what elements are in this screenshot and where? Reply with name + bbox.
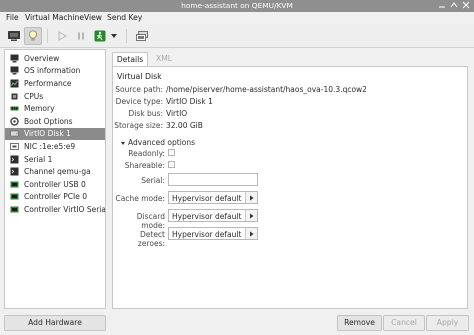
- add-hardware-button[interactable]: Add Hardware: [4, 315, 106, 331]
- source-path-label: Source path:: [115, 85, 163, 94]
- hardware-item-label: Overview: [24, 53, 60, 63]
- hardware-item-controller-virtio-serial-0[interactable]: Controller VirtIO Serial 0: [5, 203, 105, 216]
- controller-icon: [10, 206, 19, 213]
- serial-input[interactable]: [168, 173, 258, 186]
- hardware-item-os-information[interactable]: OS information: [5, 65, 105, 78]
- hardware-item-label: Controller PCIe 0: [24, 192, 88, 202]
- hardware-item-serial-1[interactable]: Serial 1: [5, 153, 105, 166]
- hardware-item-label: Memory: [24, 104, 55, 114]
- controller-icon: [10, 181, 19, 188]
- storage-size-label: Storage size:: [114, 121, 163, 130]
- cpu-icon: [11, 93, 18, 100]
- shareable-checkbox[interactable]: [168, 161, 175, 168]
- menu-virtual-machine[interactable]: Virtual Machine: [25, 13, 84, 22]
- hardware-item-cpus[interactable]: CPUs: [5, 90, 105, 103]
- hardware-item-label: Performance: [24, 78, 72, 88]
- serial-icon: [10, 155, 19, 164]
- device-type-value: VirtIO Disk 1: [166, 97, 213, 106]
- detect-zeroes-value: Hypervisor default: [172, 230, 242, 239]
- title-bar: home-assistant on QEMU/KVM: [0, 0, 474, 12]
- memory-icon: [10, 106, 19, 111]
- controller-icon: [10, 193, 19, 200]
- cache-mode-select[interactable]: Hypervisor default: [168, 191, 258, 204]
- overview-icon: [10, 54, 19, 63]
- minimize-icon[interactable]: [437, 1, 447, 11]
- chevron-right-icon: [245, 228, 257, 239]
- cache-mode-label: Cache mode:: [115, 194, 165, 203]
- detect-zeroes-select[interactable]: Hypervisor default: [168, 227, 258, 240]
- advanced-options-label: Advanced options: [128, 138, 196, 147]
- expander-arrow-icon: [121, 141, 125, 145]
- hardware-item-nic[interactable]: NIC :1e:e5:e9: [5, 140, 105, 153]
- chevron-right-icon: [245, 192, 257, 203]
- hardware-item-label: CPUs: [24, 91, 44, 101]
- hardware-list: Overview OS information Performance CPUs…: [4, 49, 106, 309]
- hardware-item-label: OS information: [24, 66, 81, 76]
- hardware-item-label: Boot Options: [24, 116, 73, 126]
- hardware-item-label: Controller USB 0: [24, 179, 86, 189]
- close-icon[interactable]: [461, 1, 471, 11]
- pause-icon[interactable]: [72, 27, 90, 45]
- storage-size-value: 32.00 GiB: [166, 121, 203, 130]
- disk-icon: [10, 131, 19, 137]
- play-icon[interactable]: [53, 27, 71, 45]
- performance-icon: [10, 79, 19, 88]
- hardware-item-memory[interactable]: Memory: [5, 102, 105, 115]
- hardware-item-controller-pcie-0[interactable]: Controller PCIe 0: [5, 191, 105, 204]
- apply-button[interactable]: Apply: [426, 315, 469, 331]
- boot-options-icon: [10, 117, 19, 126]
- hardware-item-label: VirtIO Disk 1: [24, 129, 71, 139]
- hardware-item-controller-usb-0[interactable]: Controller USB 0: [5, 178, 105, 191]
- cache-mode-value: Hypervisor default: [172, 194, 242, 203]
- shareable-label: Shareable:: [124, 161, 165, 170]
- monitor-icon[interactable]: [5, 27, 23, 45]
- snapshot-icon[interactable]: [133, 27, 151, 45]
- channel-icon: [10, 167, 19, 176]
- readonly-checkbox[interactable]: [168, 149, 175, 156]
- disk-bus-label: Disk bus:: [128, 109, 163, 118]
- hardware-item-channel-qemu-ga[interactable]: Channel qemu-ga: [5, 165, 105, 178]
- dropdown-arrow-icon[interactable]: [108, 27, 120, 45]
- device-type-label: Device type:: [115, 97, 163, 106]
- lightbulb-icon[interactable]: [24, 27, 42, 45]
- advanced-options-expander[interactable]: Advanced options: [121, 138, 195, 147]
- tab-xml[interactable]: XML: [148, 52, 180, 66]
- hardware-item-virtio-disk-1[interactable]: VirtIO Disk 1: [5, 127, 105, 141]
- source-path-value: /home/piserver/home-assistant/haos_ova-1…: [166, 85, 367, 94]
- discard-mode-value: Hypervisor default: [172, 212, 242, 221]
- hardware-item-performance[interactable]: Performance: [5, 77, 105, 90]
- hardware-item-overview[interactable]: Overview: [5, 52, 105, 65]
- menu-view[interactable]: View: [84, 13, 102, 22]
- maximize-icon[interactable]: [449, 1, 459, 11]
- discard-mode-select[interactable]: Hypervisor default: [168, 209, 258, 222]
- nic-icon: [10, 143, 19, 150]
- remove-button[interactable]: Remove: [337, 315, 382, 331]
- discard-mode-label: Discard mode:: [136, 212, 165, 230]
- disk-bus-value: VirtIO: [166, 109, 188, 118]
- readonly-label: Readonly:: [128, 149, 165, 158]
- window-title: home-assistant on QEMU/KVM: [181, 1, 293, 10]
- chevron-right-icon: [245, 210, 257, 221]
- os-info-icon: [10, 66, 19, 75]
- hardware-item-label: Channel qemu-ga: [24, 167, 91, 177]
- hardware-item-label: NIC :1e:e5:e9: [24, 141, 76, 151]
- power-icon[interactable]: [91, 27, 109, 45]
- hardware-item-label: Serial 1: [24, 154, 53, 164]
- hardware-item-boot-options[interactable]: Boot Options: [5, 115, 105, 128]
- toolbar: [0, 24, 474, 48]
- details-pane: Virtual Disk Source path: /home/piserver…: [112, 66, 468, 309]
- menu-send-key[interactable]: Send Key: [107, 13, 142, 22]
- detect-zeroes-label: Detect zeroes:: [137, 230, 165, 248]
- cancel-button[interactable]: Cancel: [383, 315, 425, 331]
- section-title: Virtual Disk: [117, 72, 162, 81]
- hardware-item-label: Controller VirtIO Serial 0: [24, 204, 106, 214]
- menu-file[interactable]: File: [6, 13, 19, 22]
- tab-details[interactable]: Details: [112, 52, 148, 66]
- menu-bar: File Virtual Machine View Send Key: [0, 12, 474, 24]
- serial-label: Serial:: [141, 176, 165, 185]
